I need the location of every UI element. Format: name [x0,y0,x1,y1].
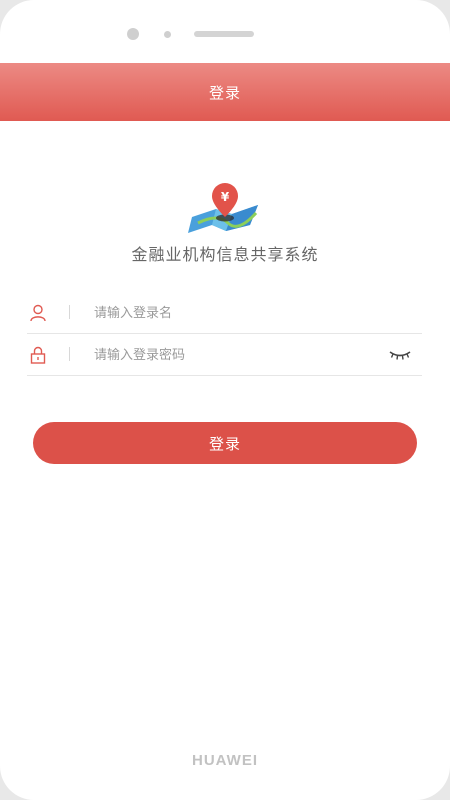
logo-yen-symbol: ¥ [221,190,230,204]
front-camera [127,28,139,40]
username-input[interactable] [94,301,374,325]
password-input[interactable] [94,343,374,367]
username-field [27,293,422,334]
eye-closed-icon[interactable] [389,349,411,361]
title-bar: 登录 [0,63,450,121]
app-screen: 登录 ¥ 金融业机构信息共享系统 请输入登录名 登录 [0,63,450,725]
device-brand-logo: HUAWEI [192,752,258,769]
lock-icon [30,346,46,364]
app-name: 金融业机构信息共享系统 [131,245,319,264]
user-icon [30,304,46,322]
app-logo: ¥ [188,183,258,233]
login-button[interactable]: 登录 [33,422,417,464]
proximity-sensor [164,31,171,38]
page-title: 登录 [208,83,241,102]
field-separator [69,305,70,319]
password-field [27,335,422,376]
phone-frame: 登录 ¥ 金融业机构信息共享系统 请输入登录名 登录 HUAWEI [0,0,450,800]
field-separator [69,347,70,361]
earpiece-speaker [194,31,254,37]
